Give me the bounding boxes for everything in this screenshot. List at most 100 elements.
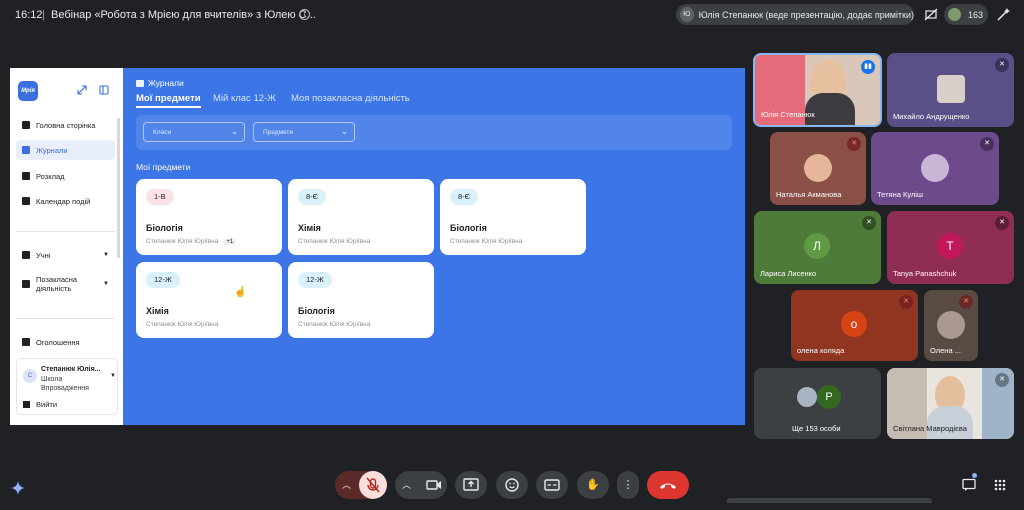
camera-icon — [426, 480, 441, 490]
logout-icon — [23, 401, 30, 408]
sidebar-item-calendar[interactable]: Календар подій — [16, 191, 115, 211]
speaking-indicator-icon: ▮▮ — [861, 60, 875, 74]
mic-off-icon — [366, 477, 380, 493]
more-vert-icon: ⋮ — [622, 479, 634, 491]
announcement-icon — [22, 338, 30, 346]
avatar — [795, 385, 819, 409]
info-icon[interactable]: i — [299, 9, 310, 20]
tab-extracurricular[interactable]: Моя позакласна діяльність — [291, 93, 410, 104]
extracurricular-icon — [22, 280, 30, 288]
sidebar-scrollbar[interactable] — [117, 118, 120, 258]
subject-card[interactable]: 8-Є Хімія Степанюк Юлія Юріївна — [288, 179, 434, 255]
activities-grid-icon[interactable] — [993, 478, 1007, 492]
more-options-button[interactable]: ⋮ — [617, 471, 639, 499]
mic-off-icon: ✕ — [995, 58, 1009, 72]
avatar: С — [23, 369, 37, 383]
participant-tile[interactable]: ✕ Тетяна Куліш — [871, 132, 999, 205]
captions-icon — [544, 479, 560, 491]
stop-presenting-icon[interactable] — [921, 5, 941, 25]
chevron-up-icon[interactable]: ︿ — [342, 471, 351, 499]
sidebar-toggle-icon[interactable] — [99, 85, 109, 95]
class-badge: 8-Є — [298, 189, 327, 205]
subject-card[interactable]: 12-Ж Біологія Степанюк Юлія Юріївна — [288, 262, 434, 338]
avatar: T — [937, 233, 963, 259]
magic-wand-icon[interactable] — [993, 5, 1013, 25]
clock: 16:12 — [15, 9, 43, 21]
participant-tile[interactable]: ✕ Наталья Акманова — [770, 132, 866, 205]
avatar — [804, 154, 832, 182]
class-badge: 12-Ж — [298, 272, 332, 288]
camera-control-group: ︿ — [395, 471, 447, 499]
sidebar-item-label: Позакласна діяльність — [36, 275, 78, 293]
people-count-chip[interactable]: 163 — [944, 4, 988, 25]
subject-card[interactable]: 1-В Біологія Степанюк Юлія Юріївна +1 — [136, 179, 282, 255]
sidebar-item-students[interactable]: Учні ▼ — [16, 245, 115, 265]
shared-screen: Мрія Головна сторінка Журнали Розклад Ка… — [10, 68, 745, 425]
participant-name: олена коляда — [797, 346, 845, 355]
sidebar-item-extracurricular[interactable]: Позакласна діяльність ▼ — [16, 271, 115, 297]
presenter-chip[interactable]: Ю Юлія Степанюк (веде презентацію, додає… — [676, 4, 914, 25]
chevron-up-icon[interactable]: ︿ — [402, 471, 411, 499]
participant-tile[interactable]: Л ✕ Лариса Лисенко — [754, 211, 881, 284]
mic-toggle-button[interactable] — [359, 471, 387, 499]
subject-card[interactable]: 8-Є Біологія Степанюк Юлія Юріївна — [440, 179, 586, 255]
participant-tile[interactable]: ▮▮ Юлія Степанюк — [753, 53, 882, 127]
participant-tile[interactable]: о ✕ олена коляда — [791, 290, 918, 361]
participant-name: Юлія Степанюк — [761, 110, 815, 119]
raise-hand-button[interactable]: ✋ — [577, 471, 609, 499]
mic-off-icon: ✕ — [847, 137, 861, 151]
app-logo[interactable]: Мрія — [18, 81, 38, 101]
emoji-icon — [505, 478, 519, 492]
participant-tile[interactable]: ✕ Світлана Мавродієва — [887, 368, 1014, 439]
sidebar-item-label: Розклад — [36, 171, 65, 181]
sidebar-divider — [16, 318, 115, 319]
avatar — [937, 75, 965, 103]
camera-button[interactable] — [421, 471, 447, 499]
subject-name: Біологія — [298, 306, 335, 316]
participant-tile[interactable]: T ✕ Tanya Panashchuk — [887, 211, 1014, 284]
classes-select[interactable]: Класи ⌄ — [143, 122, 245, 142]
breadcrumb: Журнали — [136, 78, 184, 88]
reactions-button[interactable] — [496, 471, 528, 499]
journal-icon — [22, 146, 30, 154]
sidebar-item-schedule[interactable]: Розклад — [16, 166, 115, 186]
present-button[interactable] — [455, 471, 487, 499]
tab-my-class[interactable]: Мій клас 12-Ж — [213, 93, 276, 104]
expand-icon[interactable] — [77, 85, 87, 95]
chevron-down-icon[interactable]: ▼ — [110, 373, 116, 379]
present-screen-icon — [463, 478, 479, 491]
subject-name: Хімія — [146, 306, 169, 316]
raise-hand-icon: ✋ — [586, 479, 600, 491]
avatar: Л — [804, 233, 830, 259]
tab-my-subjects[interactable]: Мої предмети — [136, 93, 201, 104]
gemini-icon[interactable] — [10, 480, 26, 496]
subjects-select[interactable]: Предмети ⌄ — [253, 122, 355, 142]
meeting-title: Вебінар «Робота з Мрією для вчителів» з … — [51, 9, 316, 21]
sidebar-item-announcements[interactable]: Оголошення — [16, 332, 115, 352]
teacher-name: Степанюк Юлія Юріївна — [298, 238, 371, 245]
home-icon — [22, 121, 30, 129]
presenter-status: Юлія Степанюк (веде презентацію, додає п… — [698, 9, 914, 20]
meeting-top-bar: 16:12 | Вебінар «Робота з Мрією для вчит… — [0, 0, 1024, 30]
sidebar-item-label: Журнали — [36, 145, 68, 155]
participant-tile[interactable]: ✕ Михайло Андрущенко — [887, 53, 1014, 127]
avatar: о — [841, 311, 867, 337]
end-call-button[interactable] — [647, 471, 689, 499]
more-participants-tile[interactable]: P Ще 153 особи — [754, 368, 881, 439]
captions-button[interactable] — [536, 471, 568, 499]
sidebar-item-label: Оголошення — [36, 337, 80, 347]
logout-button[interactable]: Вийти — [23, 400, 57, 409]
avatar: P — [817, 385, 841, 409]
sidebar-item-home[interactable]: Головна сторінка — [16, 115, 115, 135]
more-participants-label: Ще 153 особи — [792, 424, 841, 433]
teacher-name: Степанюк Юлія Юріївна +1 — [146, 238, 237, 245]
participant-name: Наталья Акманова — [776, 190, 842, 199]
participant-tile[interactable]: ✕ Олена ... — [924, 290, 978, 361]
chat-icon[interactable] — [962, 478, 976, 492]
participant-name: Лариса Лисенко — [760, 269, 817, 278]
subjects-placeholder: Предмети — [263, 129, 294, 136]
subject-card[interactable]: 12-Ж Хімія Степанюк Юлія Юріївна — [136, 262, 282, 338]
end-call-icon — [660, 483, 676, 489]
user-card[interactable]: С Степанюк Юлія... Школа Впровадження ▼ … — [16, 358, 118, 415]
sidebar-item-journals[interactable]: Журнали — [16, 140, 115, 160]
